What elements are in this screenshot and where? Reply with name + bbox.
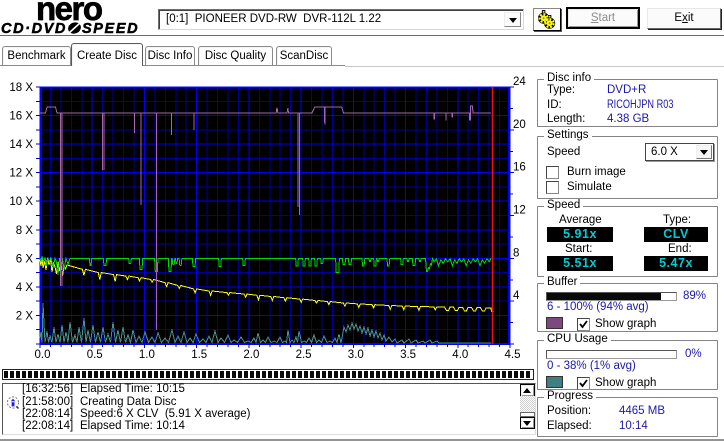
svg-text:3.0: 3.0 (348, 349, 364, 361)
svg-text:14 X: 14 X (9, 139, 33, 151)
svg-text:10 X: 10 X (9, 196, 33, 208)
svg-text:12 X: 12 X (9, 168, 33, 180)
svg-text:2.0: 2.0 (243, 349, 259, 361)
svg-text:8: 8 (513, 247, 519, 259)
svg-text:3.5: 3.5 (400, 349, 416, 361)
svg-text:8 X: 8 X (16, 225, 34, 237)
svg-text:24: 24 (513, 76, 526, 88)
svg-text:16: 16 (513, 162, 526, 174)
svg-text:2 X: 2 X (16, 310, 34, 322)
svg-text:12: 12 (513, 205, 526, 217)
svg-text:6 X: 6 X (16, 253, 34, 265)
svg-text:16 X: 16 X (9, 111, 33, 123)
svg-text:1.0: 1.0 (139, 349, 155, 361)
svg-text:0.5: 0.5 (87, 349, 103, 361)
svg-text:4.5: 4.5 (505, 349, 521, 361)
svg-text:20: 20 (513, 119, 526, 131)
svg-text:2.5: 2.5 (296, 349, 312, 361)
svg-text:18 X: 18 X (9, 82, 33, 94)
svg-text:4 X: 4 X (16, 282, 34, 294)
svg-text:4: 4 (513, 290, 520, 302)
svg-text:1.5: 1.5 (191, 349, 207, 361)
svg-text:0.0: 0.0 (35, 349, 51, 361)
svg-text:4.0: 4.0 (452, 349, 468, 361)
